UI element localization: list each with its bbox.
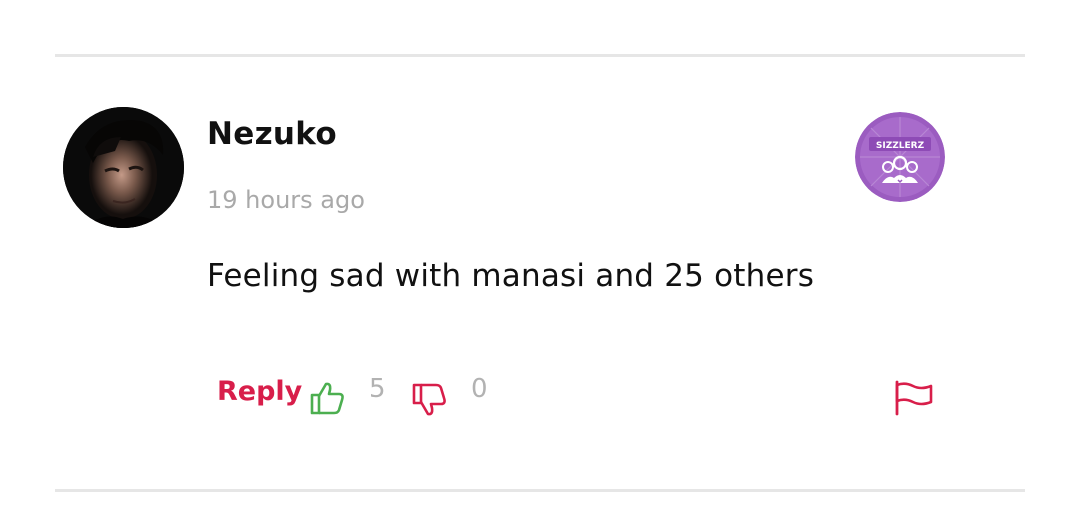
thumbs-up-icon[interactable] — [308, 379, 346, 417]
timestamp: 19 hours ago — [207, 186, 365, 214]
bottom-divider — [55, 489, 1025, 492]
top-divider — [55, 54, 1025, 57]
flag-icon[interactable] — [893, 380, 935, 416]
like-count: 5 — [369, 374, 386, 404]
reply-button[interactable]: Reply — [217, 376, 302, 407]
badge-label: SIZZLERZ — [876, 141, 925, 151]
username[interactable]: Nezuko — [207, 116, 337, 152]
thumbs-down-icon[interactable] — [410, 381, 448, 419]
sizzlerz-badge-icon[interactable]: SIZZLERZ — [855, 112, 945, 202]
dislike-count: 0 — [471, 374, 488, 404]
comment-text: Feeling sad with manasi and 25 others — [207, 258, 815, 294]
avatar-image — [63, 107, 184, 228]
avatar[interactable] — [63, 107, 184, 228]
